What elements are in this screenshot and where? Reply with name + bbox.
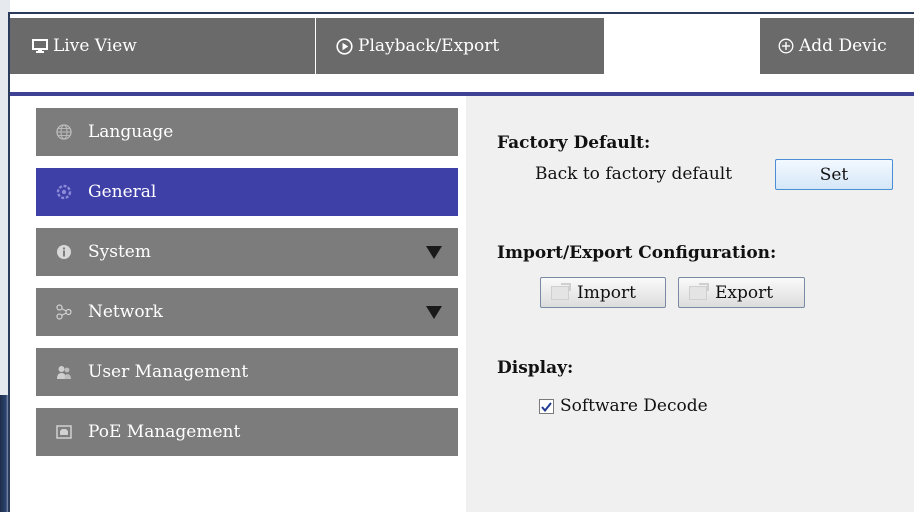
window-border: [8, 12, 914, 512]
